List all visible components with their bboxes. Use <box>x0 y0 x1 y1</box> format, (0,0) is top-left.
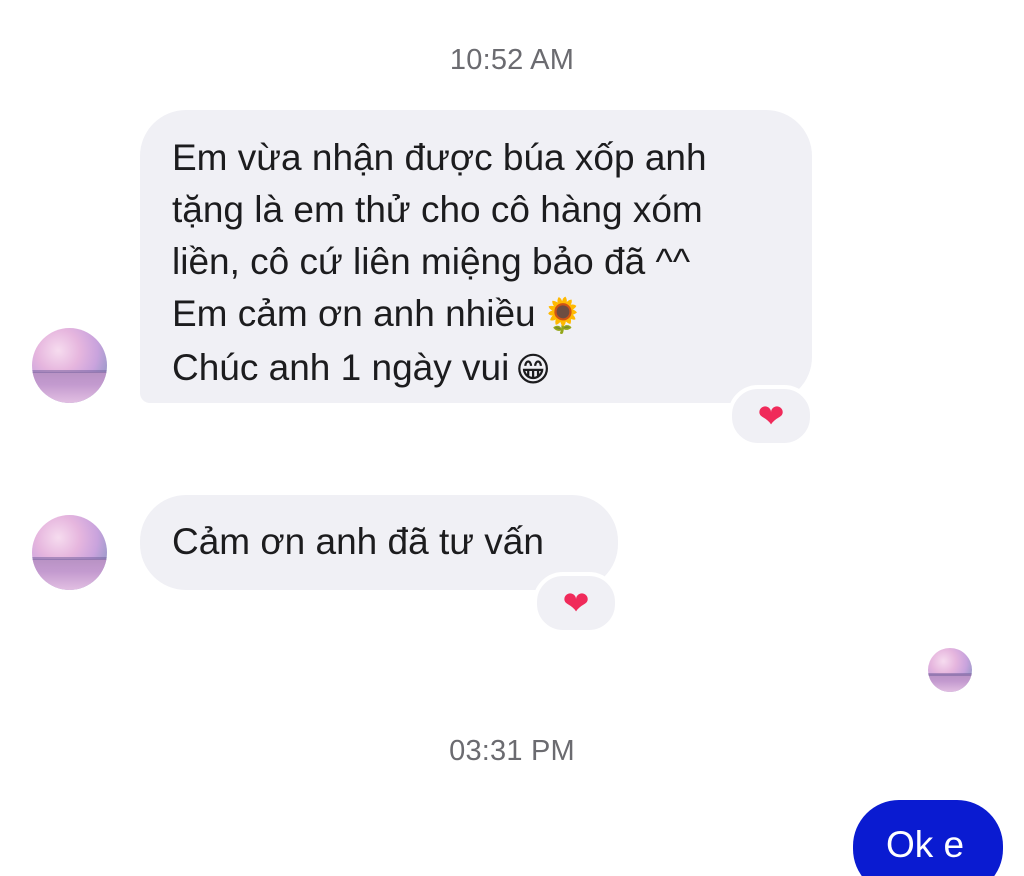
avatar-image-sea <box>32 371 107 403</box>
message-text: Cảm ơn anh đã tư vấn <box>172 521 544 562</box>
heart-icon: ❤ <box>757 397 785 435</box>
contact-avatar[interactable] <box>32 515 107 590</box>
outgoing-message-bubble[interactable]: Ok e <box>853 800 1003 876</box>
timestamp: 03:31 PM <box>449 735 575 767</box>
grinning-face-emoji-icon: 😁 <box>515 350 551 391</box>
message-reaction[interactable]: ❤ <box>728 385 814 447</box>
message-text-line-with-emoji: Em cảm ơn anh nhiều 🌻 <box>172 288 784 342</box>
message-text: Ok e <box>886 824 965 865</box>
avatar-image-horizon <box>32 370 107 373</box>
message-text-line: tặng là em thử cho cô hàng xóm <box>172 189 703 230</box>
message-text: Em cảm ơn anh nhiều <box>172 293 536 334</box>
message-text: Chúc anh 1 ngày vui <box>172 347 510 389</box>
heart-icon: ❤ <box>562 584 590 622</box>
avatar-image-horizon <box>928 672 972 676</box>
chat-screen: 10:52 AM Em vừa nhận được búa xốp anh tặ… <box>0 0 1024 876</box>
avatar-image-sea <box>928 673 972 692</box>
timestamp: 10:52 AM <box>449 44 575 76</box>
avatar-image-horizon <box>32 557 107 560</box>
message-reaction[interactable]: ❤ <box>533 572 619 634</box>
message-text-line: liền, cô cứ liên miệng bảo đã ^^ <box>172 241 691 282</box>
message-text-line-with-emoji: Chúc anh 1 ngày vui 😁 <box>172 342 784 396</box>
message-text-line: Em vừa nhận được búa xốp anh <box>172 137 707 178</box>
seen-receipt-avatar <box>928 648 972 692</box>
sunflower-emoji-icon: 🌻 <box>541 296 584 337</box>
incoming-message-bubble[interactable]: Em vừa nhận được búa xốp anh tặng là em … <box>140 110 812 403</box>
avatar-image-sea <box>32 558 107 590</box>
contact-avatar[interactable] <box>32 328 107 403</box>
